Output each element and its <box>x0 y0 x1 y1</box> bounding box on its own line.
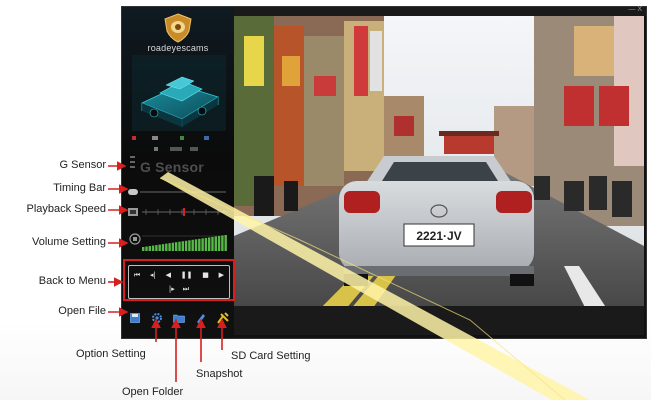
volume-bar <box>221 235 224 251</box>
volume-bar <box>161 244 165 251</box>
volume-slider[interactable] <box>128 229 228 255</box>
volume-bar <box>151 245 155 251</box>
callout-open-file: Open File <box>58 305 106 317</box>
brand-name: roadeyescams <box>147 43 209 53</box>
sensor-legend <box>130 133 230 143</box>
controls-highlight <box>123 259 235 301</box>
playback-speed-slider[interactable] <box>128 203 228 221</box>
video-frame: 2221·JV <box>234 16 644 335</box>
callout-open-folder: Open Folder <box>122 386 184 398</box>
volume-bar <box>188 240 191 251</box>
dashcam-scene: 2221·JV <box>234 16 644 335</box>
file-toolbar <box>128 310 230 326</box>
save-icon[interactable] <box>128 311 142 325</box>
callout-volume-setting: Volume Setting <box>32 236 106 248</box>
g-sensor-highlight <box>128 160 234 180</box>
volume-bar <box>194 239 198 251</box>
callout-playback-speed: Playback Speed <box>26 203 107 215</box>
volume-bar <box>217 235 221 251</box>
callout-snapshot: Snapshot <box>196 368 243 380</box>
volume-bar <box>142 247 145 251</box>
volume-bar <box>145 246 148 251</box>
camera-icon[interactable] <box>194 311 208 325</box>
volume-bar <box>165 243 168 251</box>
brand-logo-icon <box>164 13 192 43</box>
volume-bar <box>181 241 184 251</box>
volume-bar <box>158 244 161 251</box>
volume-bar <box>178 241 181 251</box>
volume-bar <box>155 245 158 251</box>
callout-sd-card-setting: SD Card Setting <box>231 350 311 362</box>
volume-bar <box>184 240 188 251</box>
title-bar: — X <box>234 6 646 16</box>
callout-option-setting: Option Setting <box>76 348 146 360</box>
folder-icon[interactable] <box>172 311 186 325</box>
sd-card-icon[interactable] <box>216 311 230 325</box>
volume-bar <box>198 238 201 251</box>
volume-bar <box>168 243 171 251</box>
sensor-legend-2 <box>152 145 222 153</box>
volume-bar <box>208 237 211 251</box>
license-plate: 2221·JV <box>416 229 461 243</box>
car-3d-graphic <box>132 55 226 131</box>
volume-bar <box>224 235 227 251</box>
window-controls[interactable]: — X <box>628 6 642 13</box>
volume-bar <box>191 239 194 251</box>
callout-timing-bar: Timing Bar <box>53 182 106 194</box>
callout-g-sensor: G Sensor <box>59 159 106 171</box>
volume-bar <box>171 242 175 251</box>
volume-bar <box>214 236 217 251</box>
volume-bar <box>201 238 204 251</box>
volume-bar <box>175 242 178 251</box>
gear-icon[interactable] <box>150 311 164 325</box>
callout-back-to-menu: Back to Menu <box>38 275 106 287</box>
volume-bar <box>204 237 208 251</box>
timing-bar[interactable] <box>128 187 228 197</box>
volume-bar <box>148 246 151 251</box>
volume-bar <box>211 236 214 251</box>
